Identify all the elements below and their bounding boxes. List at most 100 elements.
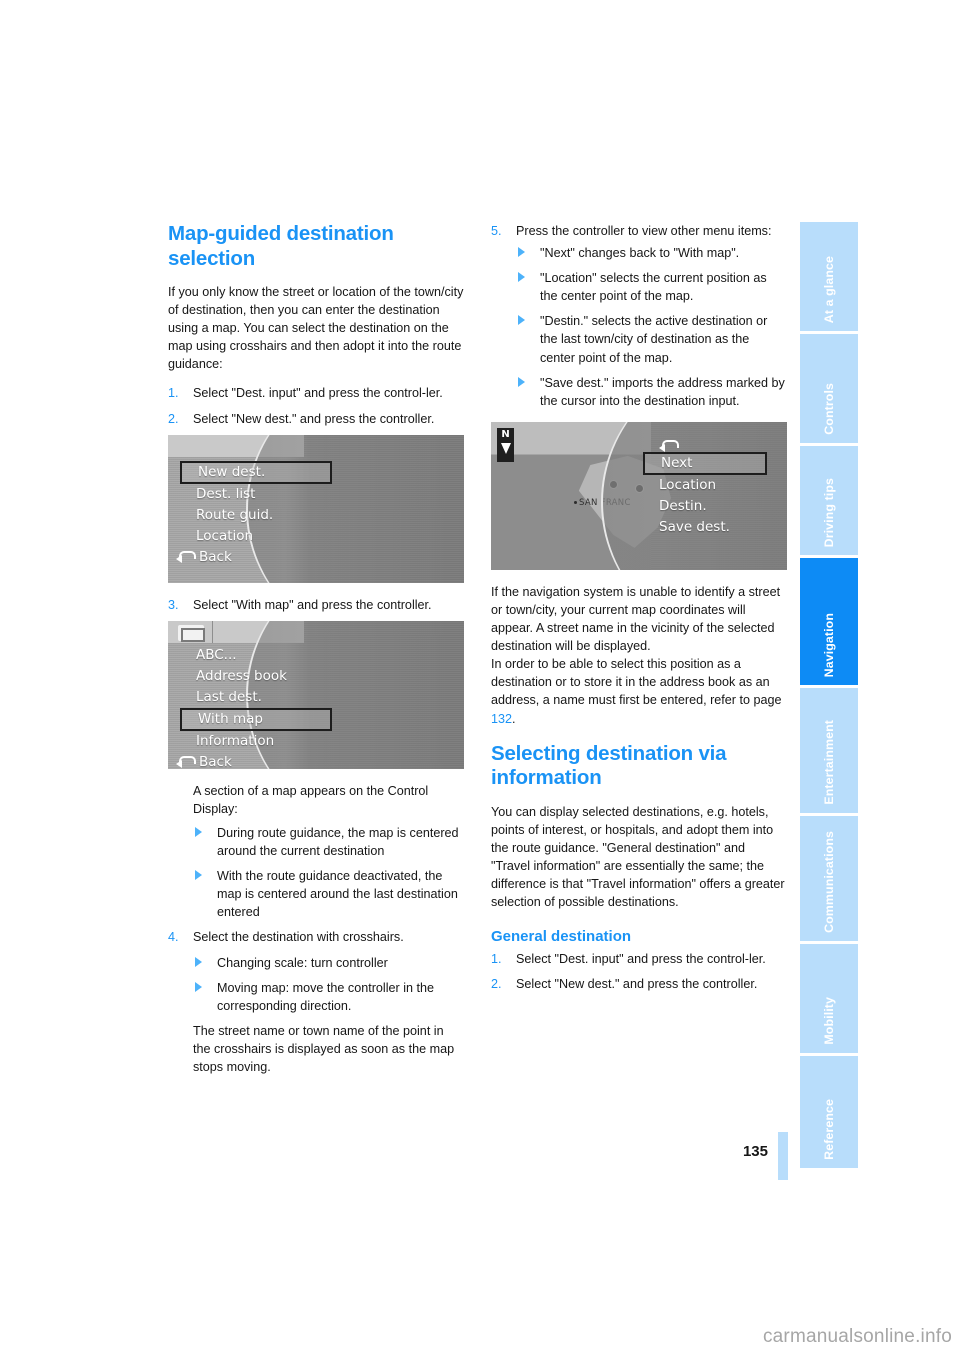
city-marker-dot — [574, 500, 577, 504]
step-item: 5. Press the controller to view other me… — [491, 222, 787, 240]
menu-item-information[interactable]: Information — [194, 731, 344, 752]
bullet-item: "Save dest." imports the address marked … — [516, 374, 787, 410]
tab-at-a-glance[interactable]: At a glance — [800, 222, 858, 334]
back-arrow-icon — [659, 439, 679, 452]
tab-label: Reference — [822, 1099, 836, 1160]
right-column: 5. Press the controller to view other me… — [491, 222, 787, 1076]
step-number: 3. — [168, 597, 179, 612]
tab-navigation[interactable]: Navigation — [800, 558, 858, 688]
step4-bullets: Changing scale: turn controller Moving m… — [193, 954, 464, 1015]
name-required-note: In order to be able to select this posit… — [491, 655, 787, 727]
menu-item-route-guid[interactable]: Route guid. — [194, 505, 344, 526]
name-required-note-post: . — [512, 711, 516, 726]
step-text: Select "New dest." and press the control… — [193, 411, 435, 426]
step-item: 2. Select "New dest." and press the cont… — [168, 410, 464, 428]
menu-item-back[interactable]: Back — [174, 752, 344, 769]
bullet-item: "Location" selects the current position … — [516, 269, 787, 305]
step-item: 3. Select "With map" and press the contr… — [168, 596, 464, 614]
tab-reference[interactable]: Reference — [800, 1056, 858, 1168]
triangle-bullet-icon — [518, 272, 525, 283]
page-number: 135 — [742, 1143, 768, 1160]
page-reference-link[interactable]: 132 — [491, 712, 512, 726]
menu-item-save-dest[interactable]: Save dest. — [657, 517, 785, 538]
bullet-item: "Next" changes back to "With map". — [516, 244, 787, 262]
map-note: A section of a map appears on the Contro… — [193, 783, 429, 816]
back-arrow-icon — [176, 756, 196, 769]
steps-list-5: 1. Select "Dest. input" and press the co… — [491, 950, 787, 993]
step-item: 2. Select "New dest." and press the cont… — [491, 975, 787, 993]
compass-letter: N — [501, 428, 510, 440]
triangle-bullet-icon — [518, 315, 525, 326]
tab-label: Navigation — [822, 612, 836, 677]
menu-item-last-dest[interactable]: Last dest. — [194, 687, 344, 708]
steps-list-3: 4. Select the destination with crosshair… — [168, 928, 464, 946]
triangle-bullet-icon — [518, 247, 525, 258]
step-item: 1. Select "Dest. input" and press the co… — [168, 384, 464, 402]
tab-controls[interactable]: Controls — [800, 334, 858, 446]
menu-item-location[interactable]: Location — [194, 526, 344, 547]
manual-page: Map-guided destination selection If you … — [0, 0, 960, 1358]
triangle-bullet-icon — [195, 870, 202, 881]
step-item: 4. Select the destination with crosshair… — [168, 928, 464, 946]
tab-label: At a glance — [822, 255, 836, 323]
north-compass-icon: N — [497, 427, 514, 462]
closing-paragraph: The street name or town name of the poin… — [193, 1023, 455, 1074]
menu-item-location[interactable]: Location — [657, 475, 785, 496]
subsection-title-general-destination: General destination — [491, 928, 632, 946]
bullet-text: "Save dest." imports the address marked … — [540, 375, 785, 408]
steps-list-4: 5. Press the controller to view other me… — [491, 222, 787, 240]
idrive-screenshot-dest-menu: New dest. Dest. list Route guid. Locatio… — [168, 434, 464, 583]
bullet-text: "Destin." selects the active destination… — [540, 314, 768, 365]
menu-item-back[interactable]: Back — [174, 547, 344, 568]
bullet-item: With the route guidance deactivated, the… — [193, 867, 464, 921]
step-text: Select the destination with crosshairs. — [193, 930, 404, 945]
bullet-item: "Destin." selects the active destination… — [516, 312, 787, 366]
step-item: 1. Select "Dest. input" and press the co… — [491, 950, 787, 968]
step-number: 5. — [491, 224, 502, 238]
triangle-bullet-icon — [518, 376, 525, 387]
bullet-text: Moving map: move the controller in the c… — [217, 980, 434, 1013]
section-title-info: Selecting destination via information — [491, 741, 727, 790]
menu-item-next[interactable]: Next — [643, 451, 767, 475]
step-text: Select "New dest." and press the control… — [516, 977, 758, 992]
triangle-bullet-icon — [195, 981, 202, 992]
triangle-bullet-icon — [195, 956, 202, 967]
idrive-screenshot-map-menu: SAN FRANC N Next Location Destin. Save d… — [491, 421, 787, 570]
page-number-bar — [778, 1132, 788, 1180]
home-icon[interactable] — [178, 624, 205, 642]
step-number: 4. — [168, 930, 179, 945]
bullet-item: During route guidance, the map is center… — [193, 824, 464, 860]
page-content: Map-guided destination selection If you … — [168, 222, 788, 1076]
bullet-text: During route guidance, the map is center… — [217, 825, 459, 859]
menu-item-abc[interactable]: ABC... — [194, 645, 344, 666]
tab-entertainment[interactable]: Entertainment — [800, 688, 858, 816]
tab-driving-tips[interactable]: Driving tips — [800, 446, 858, 558]
bullet-text: Changing scale: turn controller — [217, 955, 388, 970]
menu-item-back-label: Back — [199, 548, 232, 565]
topbar-divider — [212, 620, 213, 643]
triangle-bullet-icon — [195, 826, 202, 837]
tab-mobility[interactable]: Mobility — [800, 944, 858, 1056]
menu-item-new-dest[interactable]: New dest. — [180, 460, 332, 484]
bullet-item: Changing scale: turn controller — [193, 954, 464, 972]
step-text: Select "With map" and press the controll… — [193, 597, 432, 612]
menu-item-address-book[interactable]: Address book — [194, 666, 344, 687]
site-watermark: carmanualsonline.info — [762, 1326, 952, 1347]
menu-item-destin[interactable]: Destin. — [657, 496, 785, 517]
screen-menu-list: Next Location Destin. Save dest. — [643, 439, 785, 538]
menu-item-with-map[interactable]: With map — [180, 707, 332, 731]
back-arrow-icon — [176, 551, 196, 564]
map-bullets: During route guidance, the map is center… — [193, 824, 464, 921]
step5-bullets: "Next" changes back to "With map". "Loca… — [516, 244, 787, 410]
info-paragraph: You can display selected destinations, e… — [491, 804, 785, 910]
bullet-item: Moving map: move the controller in the c… — [193, 979, 464, 1015]
left-column: Map-guided destination selection If you … — [168, 222, 464, 1076]
compass-arrow — [500, 442, 511, 454]
idrive-screenshot-new-dest-menu: ABC... Address book Last dest. With map … — [168, 620, 464, 769]
steps-list-1: 1. Select "Dest. input" and press the co… — [168, 384, 464, 427]
steps-list-2: 3. Select "With map" and press the contr… — [168, 596, 464, 614]
tab-communications[interactable]: Communications — [800, 816, 858, 944]
intro-paragraph: If you only know the street or location … — [168, 285, 464, 372]
menu-item-back[interactable] — [657, 439, 785, 452]
menu-item-dest-list[interactable]: Dest. list — [194, 484, 344, 505]
